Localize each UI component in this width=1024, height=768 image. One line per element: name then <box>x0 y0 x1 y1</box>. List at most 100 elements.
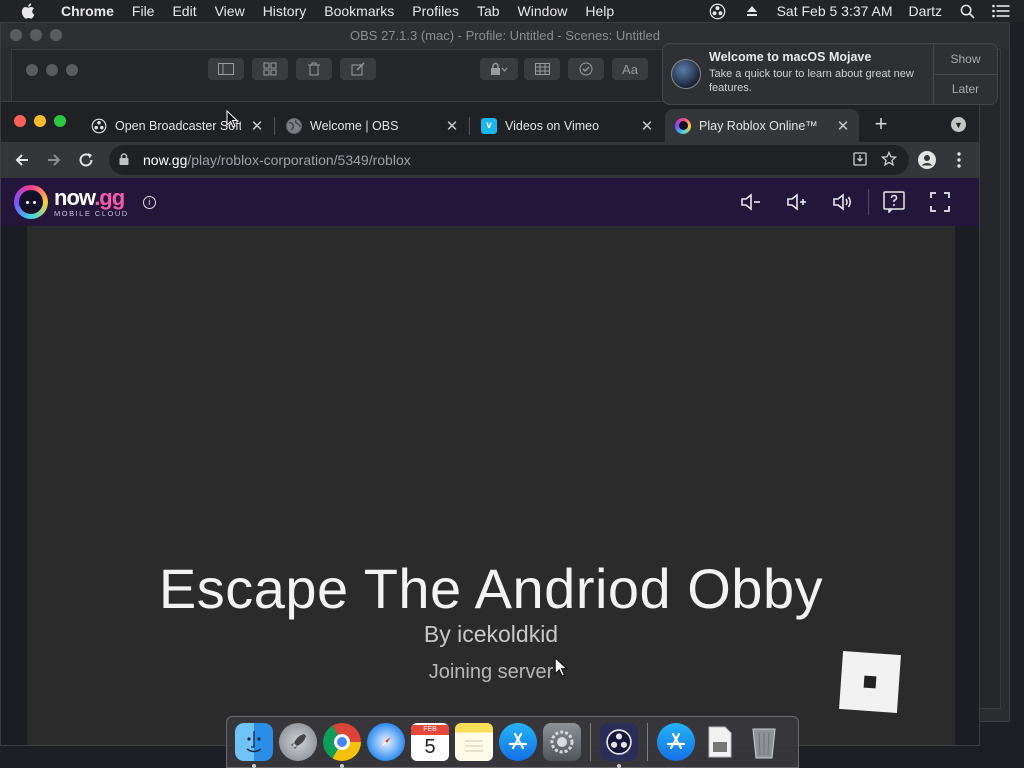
tab-label: Play Roblox Online™ <box>699 118 818 133</box>
chrome-close-button[interactable] <box>14 115 26 127</box>
obs-inner-window-controls <box>26 64 78 76</box>
dock-chrome[interactable] <box>323 723 361 768</box>
calendar-day: 5 <box>424 736 436 758</box>
menu-window[interactable]: Window <box>509 3 577 19</box>
obs-window-controls <box>10 29 62 41</box>
menu-help[interactable]: Help <box>576 3 623 19</box>
notification-later-button[interactable]: Later <box>934 75 997 105</box>
menu-history[interactable]: History <box>254 3 316 19</box>
install-app-icon[interactable] <box>853 151 867 169</box>
dock-launchpad[interactable] <box>279 723 317 761</box>
obs-status-icon[interactable] <box>709 2 727 20</box>
dock-system-preferences[interactable] <box>543 723 581 761</box>
chrome-toolbar: now.gg/play/roblox-corporation/5349/robl… <box>1 142 979 178</box>
text-format-button[interactable]: Aa <box>612 58 648 80</box>
obs-inner-zoom-button[interactable] <box>66 64 78 76</box>
app-store-icon <box>508 732 528 750</box>
obs-minimize-button[interactable] <box>30 29 42 41</box>
bookmark-star-icon[interactable] <box>880 150 898 170</box>
tab-roblox[interactable]: Play Roblox Online™ ✕ <box>665 109 859 142</box>
tab-close-icon[interactable]: ✕ <box>444 118 460 135</box>
address-bar[interactable]: now.gg/play/roblox-corporation/5349/robl… <box>109 145 909 175</box>
checklist-button[interactable] <box>568 58 604 80</box>
game-canvas[interactable]: Escape The Andriod Obby By icekoldkid Jo… <box>27 226 955 745</box>
reload-icon <box>79 153 93 167</box>
lock-menu-button[interactable] <box>480 58 518 80</box>
tab-close-icon[interactable]: ✕ <box>249 118 265 135</box>
dock-app-store-downloads[interactable] <box>657 723 695 761</box>
obs-inner-close-button[interactable] <box>26 64 38 76</box>
text-format-label: Aa <box>622 61 638 77</box>
eject-icon[interactable] <box>743 2 761 20</box>
obs-close-button[interactable] <box>10 29 22 41</box>
lock-icon <box>491 62 508 75</box>
tab-close-icon[interactable]: ✕ <box>835 118 851 135</box>
obs-icon <box>606 729 632 755</box>
chrome-zoom-button[interactable] <box>54 115 66 127</box>
game-stream-area[interactable]: Escape The Andriod Obby By icekoldkid Jo… <box>1 226 979 745</box>
nowgg-brand[interactable]: now.gg MOBILE CLOUD <box>54 186 129 218</box>
info-icon[interactable]: i <box>142 195 156 209</box>
fullscreen-icon <box>930 192 950 212</box>
dock-document[interactable] <box>701 723 739 761</box>
chrome-minimize-button[interactable] <box>34 115 46 127</box>
table-button[interactable] <box>524 58 560 80</box>
volume-up-button[interactable] <box>774 186 820 218</box>
dock-safari[interactable] <box>367 723 405 761</box>
obs-zoom-button[interactable] <box>50 29 62 41</box>
chevron-down-icon: ▼ <box>954 119 963 130</box>
mute-toggle-button[interactable] <box>820 186 866 218</box>
dock-calendar[interactable]: FEB 5 <box>411 723 449 761</box>
obs-inner-minimize-button[interactable] <box>46 64 58 76</box>
spotlight-search-icon[interactable] <box>958 2 976 20</box>
new-tab-button[interactable]: + <box>871 111 891 136</box>
dock-finder[interactable] <box>235 723 273 768</box>
volume-down-button[interactable] <box>728 186 774 218</box>
calendar-month: FEB <box>411 725 449 735</box>
menu-view[interactable]: View <box>206 3 254 19</box>
compose-button[interactable] <box>340 58 376 80</box>
nowgg-logo-icon[interactable] <box>14 185 48 219</box>
sidebar-toggle-button[interactable] <box>208 58 244 80</box>
delete-button[interactable] <box>296 58 332 80</box>
menu-bookmarks[interactable]: Bookmarks <box>315 3 403 19</box>
plus-icon: + <box>874 111 888 136</box>
tab-label: Welcome | OBS <box>310 118 399 133</box>
game-status: Joining server <box>428 661 554 683</box>
menu-profiles[interactable]: Profiles <box>403 3 468 19</box>
menu-file[interactable]: File <box>123 3 164 19</box>
menu-tab[interactable]: Tab <box>468 3 509 19</box>
tab-vimeo[interactable]: v Videos on Vimeo ✕ <box>471 109 663 142</box>
dock-app-store[interactable] <box>499 723 537 761</box>
profile-button[interactable] <box>913 146 941 174</box>
help-button[interactable] <box>871 186 917 218</box>
menu-edit[interactable]: Edit <box>163 3 205 19</box>
macos-menubar: Chrome File Edit View History Bookmarks … <box>0 0 1024 22</box>
menu-app-name[interactable]: Chrome <box>52 3 123 19</box>
tab-welcome-obs[interactable]: Welcome | OBS ✕ <box>276 109 468 142</box>
grid-view-button[interactable] <box>252 58 288 80</box>
dock-obs[interactable] <box>600 723 638 768</box>
dock-trash[interactable] <box>745 723 783 761</box>
fullscreen-button[interactable] <box>917 186 963 218</box>
reload-button[interactable] <box>72 146 100 174</box>
tab-label: Videos on Vimeo <box>505 118 600 133</box>
tab-close-icon[interactable]: ✕ <box>639 118 655 135</box>
notification-center-icon[interactable] <box>992 2 1010 20</box>
notification-show-button[interactable]: Show <box>934 44 997 75</box>
lock-icon[interactable] <box>119 152 133 168</box>
forward-button[interactable] <box>40 146 68 174</box>
tab-obs[interactable]: Open Broadcaster Software | OBS ✕ <box>81 109 273 142</box>
dock-notes[interactable] <box>455 723 493 761</box>
back-button[interactable] <box>8 146 36 174</box>
apple-menu-icon[interactable] <box>20 2 38 20</box>
url-host: now.gg <box>143 152 188 168</box>
menubar-clock[interactable]: Sat Feb 5 3:37 AM <box>777 3 893 19</box>
finder-icon <box>246 731 262 753</box>
macos-notification[interactable]: Welcome to macOS Mojave Take a quick tou… <box>662 43 998 105</box>
chrome-menu-button[interactable] <box>945 146 973 174</box>
menubar-user[interactable]: Dartz <box>909 3 942 19</box>
help-question-icon <box>883 191 905 213</box>
nowgg-header: now.gg MOBILE CLOUD i <box>1 178 979 226</box>
tab-search-button[interactable]: ▼ <box>951 117 966 132</box>
